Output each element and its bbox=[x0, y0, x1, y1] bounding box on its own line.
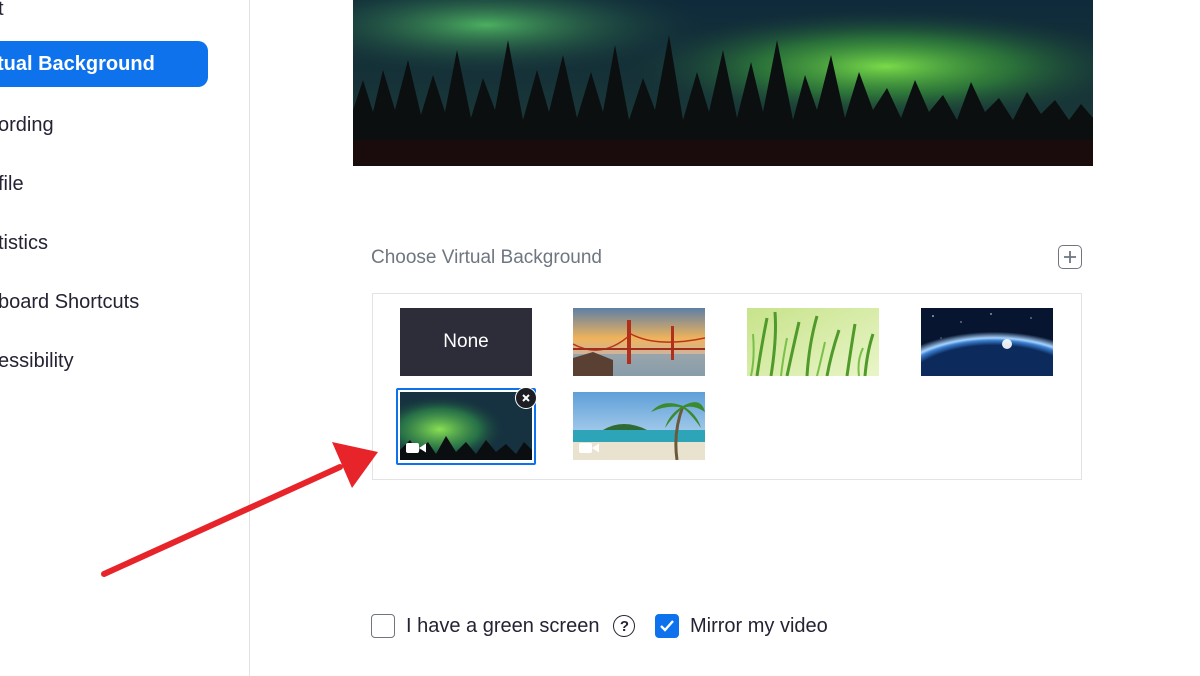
background-golden-gate[interactable] bbox=[573, 308, 705, 376]
sidebar-item-accessibility[interactable]: essibility bbox=[0, 338, 76, 384]
sidebar-item-label: tistics bbox=[0, 231, 48, 254]
sidebar-item-statistics[interactable]: tistics bbox=[0, 220, 50, 266]
video-preview bbox=[353, 0, 1093, 166]
background-none-label: None bbox=[443, 331, 489, 352]
sidebar-item-label: file bbox=[0, 172, 24, 195]
background-beach-video[interactable] bbox=[573, 392, 705, 460]
background-none[interactable]: None bbox=[400, 308, 532, 376]
golden-gate-image bbox=[573, 308, 705, 376]
sidebar-item-label: t bbox=[0, 0, 4, 20]
background-grass[interactable] bbox=[747, 308, 879, 376]
remove-background-button[interactable] bbox=[515, 387, 537, 409]
green-screen-label: I have a green screen bbox=[406, 614, 600, 637]
choose-background-title: Choose Virtual Background bbox=[371, 247, 602, 268]
plus-icon bbox=[1064, 251, 1076, 263]
help-icon[interactable]: ? bbox=[613, 615, 636, 637]
settings-sidebar: t tual Background ording file tistics bo… bbox=[0, 0, 250, 676]
sidebar-item-profile[interactable]: file bbox=[0, 161, 26, 207]
add-background-button[interactable] bbox=[1058, 245, 1082, 269]
earth-image bbox=[921, 308, 1053, 376]
mirror-video-option: Mirror my video bbox=[655, 614, 828, 638]
grass-image bbox=[747, 308, 879, 376]
sidebar-item-general[interactable]: t bbox=[0, 0, 6, 32]
video-camera-icon bbox=[579, 443, 599, 453]
mirror-video-checkbox[interactable] bbox=[655, 614, 679, 638]
checkmark-icon bbox=[660, 620, 674, 632]
sidebar-item-keyboard-shortcuts[interactable]: board Shortcuts bbox=[0, 279, 141, 325]
sidebar-item-label: essibility bbox=[0, 349, 74, 372]
sidebar-item-virtual-background[interactable]: tual Background bbox=[0, 41, 208, 87]
background-earth[interactable] bbox=[921, 308, 1053, 376]
sidebar-item-label: tual Background bbox=[0, 52, 155, 75]
sidebar-item-recording[interactable]: ording bbox=[0, 102, 56, 148]
aurora-preview-image bbox=[353, 0, 1093, 166]
close-icon bbox=[522, 394, 530, 402]
green-screen-option: I have a green screen ? bbox=[371, 614, 636, 638]
sidebar-item-label: ording bbox=[0, 113, 54, 136]
green-screen-checkbox[interactable] bbox=[371, 614, 395, 638]
mirror-video-label: Mirror my video bbox=[690, 614, 828, 637]
sidebar-item-label: board Shortcuts bbox=[0, 290, 140, 313]
